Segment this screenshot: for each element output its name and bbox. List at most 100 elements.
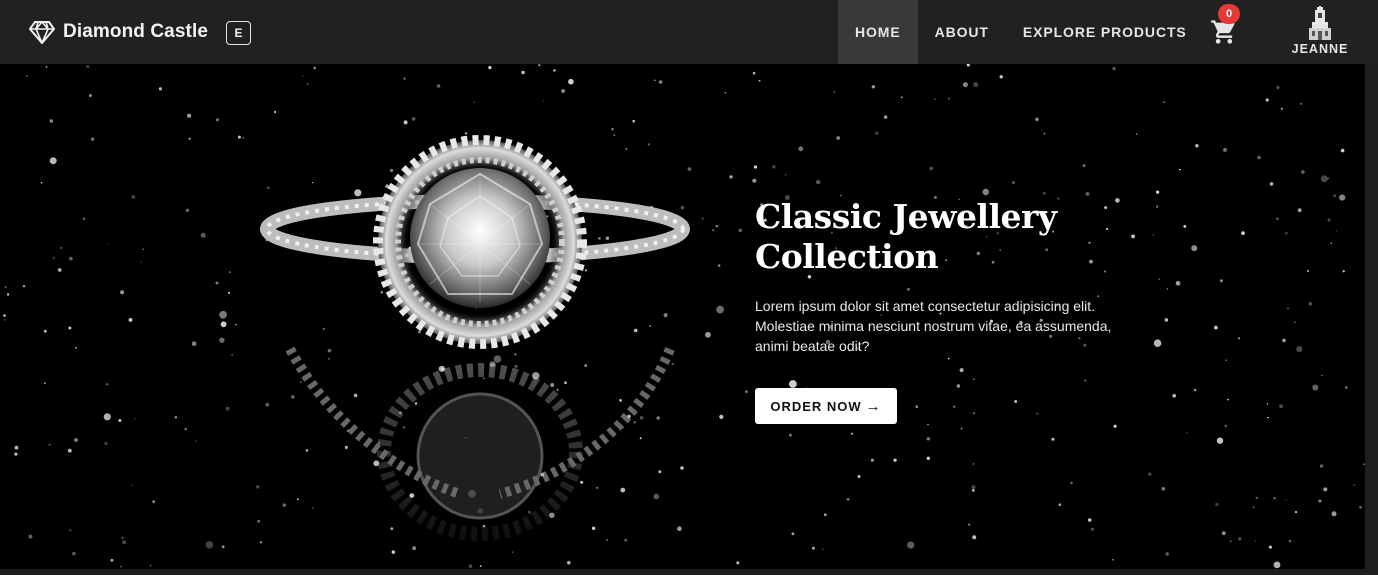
sparkle-dot bbox=[816, 179, 821, 185]
sparkle-dot bbox=[1294, 510, 1298, 514]
sparkle-dot bbox=[1327, 177, 1330, 180]
sparkle-dot bbox=[1193, 388, 1197, 392]
sparkle-dot bbox=[948, 97, 950, 100]
sparkle-dot bbox=[1267, 416, 1269, 419]
sparkle-dot bbox=[411, 117, 416, 121]
sparkle-dot bbox=[468, 564, 473, 568]
nav-home[interactable]: HOME bbox=[838, 0, 918, 64]
sparkle-dot bbox=[745, 390, 748, 393]
sparkle-dot bbox=[221, 545, 225, 549]
sparkle-dot bbox=[1178, 168, 1181, 171]
sparkle-dot bbox=[191, 341, 197, 347]
sparkle-dot bbox=[14, 445, 19, 450]
sparkle-dot bbox=[225, 406, 230, 411]
sparkle-dot bbox=[1265, 98, 1269, 102]
sparkle-dot bbox=[1221, 531, 1226, 536]
sparkle-dot bbox=[821, 548, 824, 551]
sparkle-dot bbox=[1058, 503, 1062, 507]
sparkle-dot bbox=[86, 65, 90, 69]
sparkle-dot bbox=[632, 119, 635, 123]
sparkle-dot bbox=[753, 165, 758, 169]
sparkle-dot bbox=[1359, 506, 1362, 509]
sparkle-dot bbox=[49, 157, 57, 165]
arrow-right-icon: → bbox=[865, 397, 882, 415]
sparkle-dot bbox=[200, 232, 206, 238]
sparkle-dot bbox=[479, 565, 482, 567]
sparkle-dot bbox=[188, 137, 191, 140]
sparkle-dot bbox=[947, 357, 950, 360]
sparkle-dot bbox=[1153, 339, 1162, 348]
sparkle-dot bbox=[3, 314, 6, 317]
sparkle-dot bbox=[1164, 318, 1169, 322]
sparkle-dot bbox=[784, 173, 787, 176]
sparkle-dot bbox=[1113, 424, 1117, 428]
sparkle-dot bbox=[824, 513, 827, 516]
sparkle-dot bbox=[752, 71, 756, 75]
sparkle-dot bbox=[1148, 472, 1152, 476]
sparkle-dot bbox=[60, 247, 62, 249]
sparkle-dot bbox=[48, 443, 51, 446]
sparkle-dot bbox=[907, 541, 915, 549]
sparkle-dot bbox=[758, 79, 761, 82]
nav-about[interactable]: ABOUT bbox=[918, 0, 1006, 64]
sparkle-dot bbox=[973, 82, 979, 88]
sparkle-dot bbox=[611, 127, 614, 131]
sparkle-dot bbox=[103, 413, 111, 421]
sparkle-dot bbox=[1175, 281, 1181, 286]
sparkle-dot bbox=[1215, 502, 1219, 507]
sparkle-dot bbox=[789, 380, 797, 388]
order-now-button[interactable]: ORDER NOW → bbox=[755, 388, 897, 424]
sparkle-dot bbox=[122, 540, 127, 545]
sparkle-dot bbox=[1320, 175, 1328, 183]
sparkle-dot bbox=[88, 94, 92, 97]
sparkle-dot bbox=[1238, 537, 1242, 541]
sparkle-dot bbox=[195, 440, 197, 442]
sparkle-dot bbox=[72, 551, 76, 556]
sparkle-dot bbox=[1257, 155, 1261, 160]
sparkle-dot bbox=[142, 248, 145, 251]
sparkle-dot bbox=[74, 438, 78, 442]
sparkle-dot bbox=[1276, 85, 1280, 90]
user-menu[interactable]: JEANNE bbox=[1290, 6, 1350, 60]
sparkle-dot bbox=[972, 535, 977, 540]
sparkle-dot bbox=[1195, 144, 1199, 148]
order-now-label: ORDER NOW bbox=[770, 398, 862, 414]
brand-name: Diamond Castle bbox=[63, 21, 208, 42]
sparkle-dot bbox=[906, 287, 910, 291]
sparkle-dot bbox=[67, 448, 72, 453]
sparkle-dot bbox=[893, 458, 897, 462]
nav-explore-products[interactable]: EXPLORE PRODUCTS bbox=[1006, 0, 1204, 64]
sparkle-dot bbox=[962, 82, 968, 88]
sparkle-dot bbox=[1308, 302, 1313, 306]
sparkle-dot bbox=[1112, 66, 1116, 71]
sparkle-dot bbox=[1320, 464, 1324, 468]
sparkle-dot bbox=[187, 113, 192, 118]
sparkle-dot bbox=[736, 561, 740, 565]
sparkle-dot bbox=[306, 82, 309, 85]
sparkle-dot bbox=[49, 119, 53, 123]
sparkle-dot bbox=[120, 290, 125, 295]
sparkle-dot bbox=[1333, 194, 1336, 198]
top-navbar: Diamond Castle E HOME ABOUT EXPLORE PROD… bbox=[0, 0, 1378, 64]
sparkle-dot bbox=[568, 78, 574, 85]
sparkle-dot bbox=[1296, 346, 1303, 353]
sparkle-dot bbox=[220, 321, 227, 328]
sparkle-dot bbox=[436, 84, 441, 88]
sparkle-dot bbox=[654, 79, 656, 81]
sparkle-dot bbox=[1300, 103, 1303, 105]
sparkle-dot bbox=[57, 268, 62, 272]
sparkle-dot bbox=[833, 91, 836, 93]
sparkle-dot bbox=[1035, 117, 1039, 122]
sparkle-dot bbox=[972, 463, 975, 465]
sparkle-dot bbox=[1223, 147, 1227, 152]
sparkle-dot bbox=[1172, 394, 1176, 398]
sparkle-dot bbox=[152, 500, 156, 504]
sparkle-dot bbox=[205, 541, 214, 549]
sparkle-dot bbox=[1342, 270, 1345, 273]
sparkle-dot bbox=[274, 110, 277, 114]
brand-logo[interactable]: Diamond Castle bbox=[28, 16, 208, 48]
scrollbar[interactable] bbox=[1365, 64, 1378, 575]
sparkle-dot bbox=[1051, 437, 1055, 441]
hero-description: Lorem ipsum dolor sit amet consectetur a… bbox=[755, 298, 1112, 354]
sparkle-dot bbox=[134, 418, 136, 420]
